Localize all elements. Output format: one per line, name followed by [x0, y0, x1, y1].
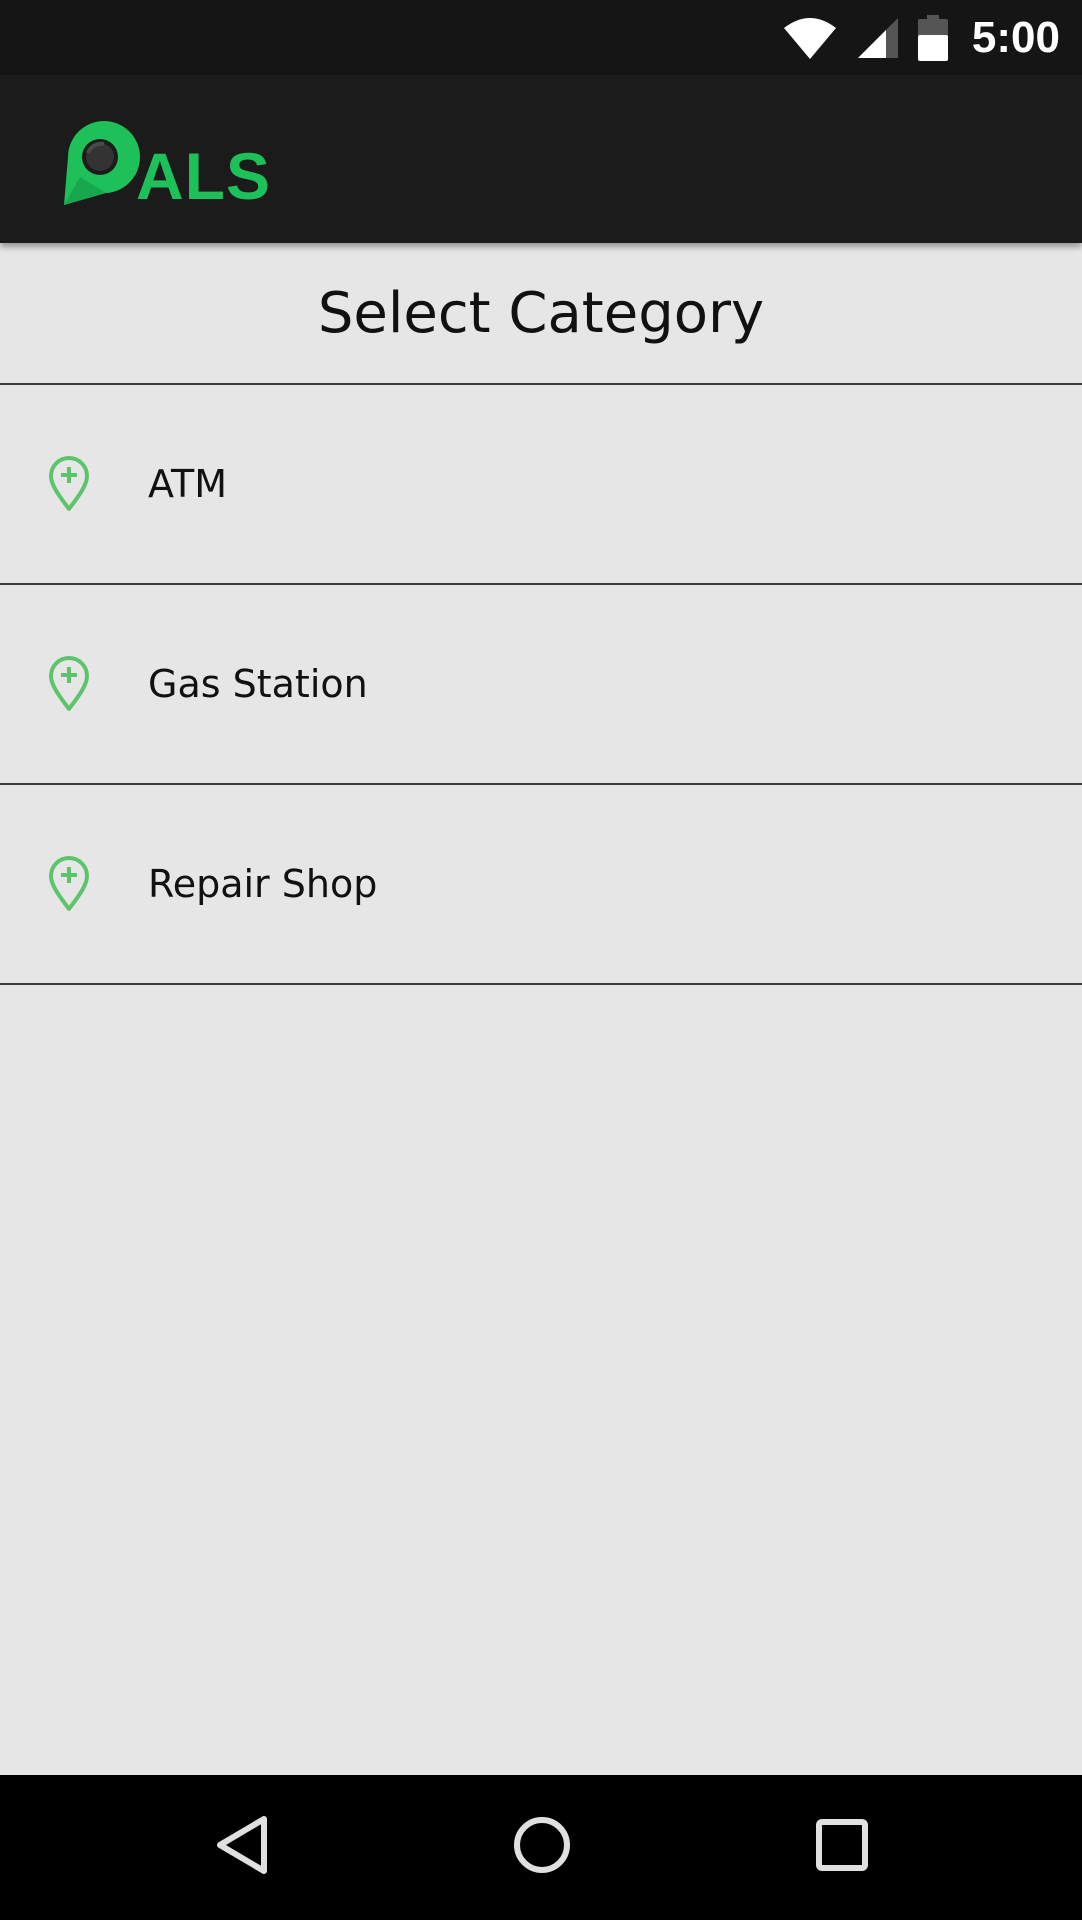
- category-label: Repair Shop: [148, 862, 378, 906]
- map-pin-plus-icon: [48, 456, 90, 512]
- category-item-repair-shop[interactable]: Repair Shop: [0, 785, 1082, 985]
- category-item-gas-station[interactable]: Gas Station: [0, 585, 1082, 785]
- logo-text: ALS: [136, 139, 271, 213]
- logo-pin-icon: [60, 117, 142, 209]
- category-label: ATM: [148, 462, 228, 506]
- page-title: Select Category: [0, 243, 1082, 385]
- app-logo: ALS: [60, 113, 271, 209]
- category-label: Gas Station: [148, 662, 368, 706]
- cell-signal-icon: [856, 16, 900, 60]
- app-bar: ALS: [0, 75, 1082, 243]
- status-bar: 5:00: [0, 0, 1082, 75]
- category-item-atm[interactable]: ATM: [0, 385, 1082, 585]
- recents-icon: [816, 1819, 868, 1876]
- map-pin-plus-icon: [48, 856, 90, 912]
- map-pin-plus-icon: [48, 656, 90, 712]
- screen: 5:00 ALS Select Category ATM Gas Station…: [0, 0, 1082, 1920]
- home-icon: [512, 1815, 572, 1880]
- clock: 5:00: [971, 12, 1060, 62]
- home-button[interactable]: [472, 1775, 612, 1920]
- category-list: ATM Gas Station Repair Shop: [0, 385, 1082, 985]
- wifi-icon: [782, 16, 838, 60]
- recents-button[interactable]: [772, 1775, 912, 1920]
- back-button[interactable]: [172, 1775, 312, 1920]
- back-icon: [214, 1815, 270, 1880]
- battery-icon: [917, 14, 948, 61]
- navigation-bar: [0, 1775, 1082, 1920]
